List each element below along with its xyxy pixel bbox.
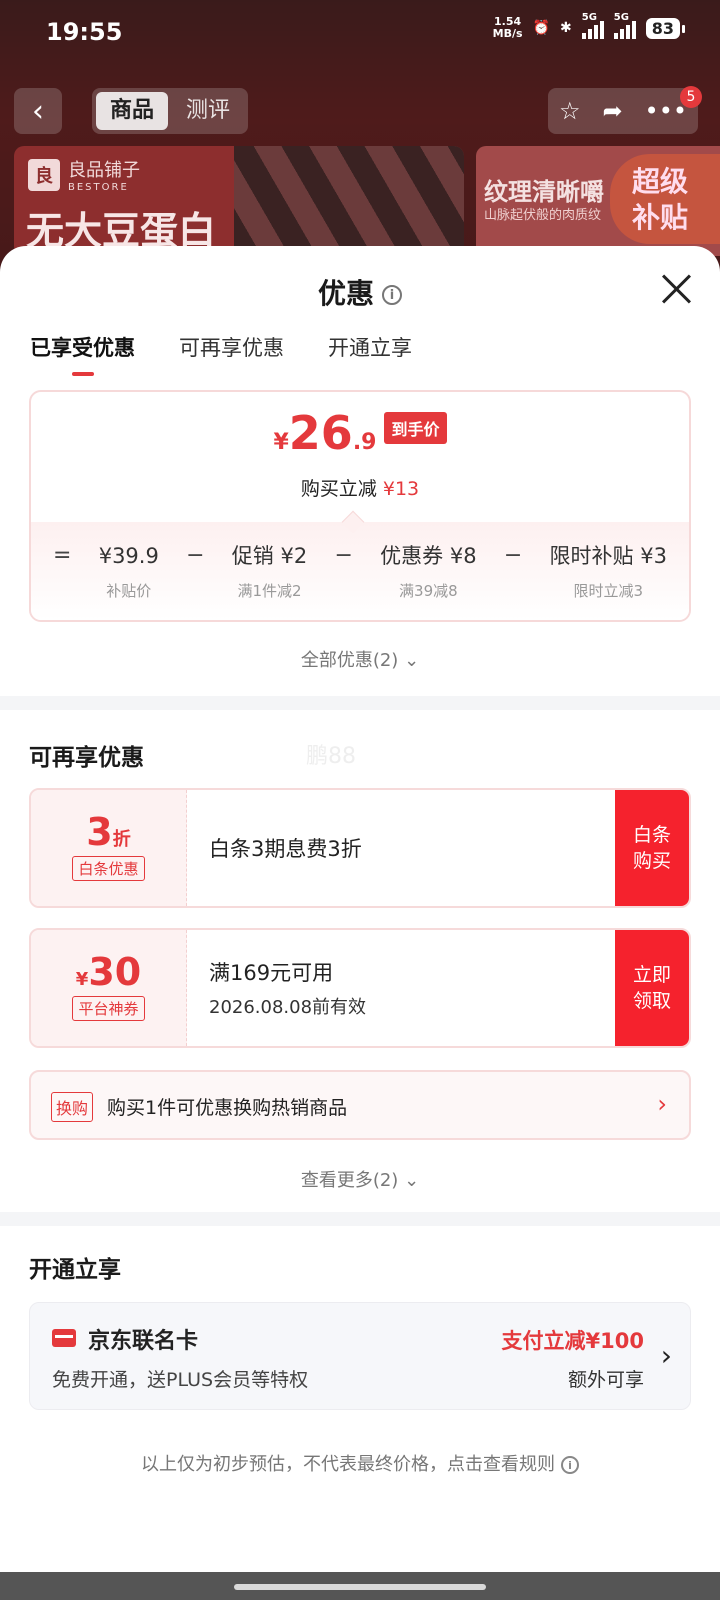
final-price-card: ¥26.9到手价 购买立减 ¥13 = ¥39.9 补贴价 − 促销 ¥2 满1件…	[29, 390, 691, 622]
status-bar: 19:55 1.54 MB/s ⏰ ✱ 5G 5G 83	[0, 0, 720, 66]
chevron-down-icon: ⌄	[404, 1170, 420, 1191]
product-tab-switcher: 商品 测评	[92, 88, 249, 134]
coupon-value: 3折 白条优惠	[31, 790, 187, 906]
section-title-open: 开通立享	[29, 1257, 121, 1283]
brand-logo: 良 良品铺子 BESTORE	[28, 156, 140, 193]
chevron-down-icon: ⌄	[404, 650, 420, 671]
swap-purchase-row[interactable]: 换购 购买1件可优惠换购热销商品 ›	[29, 1070, 691, 1140]
product-top-bar: ‹ 商品 测评 ☆ ➦ ••• 5	[14, 86, 706, 134]
coupon-label: 白条优惠	[72, 856, 145, 881]
favorite-star-icon[interactable]: ☆	[559, 97, 581, 125]
super-subsidy-badge: 超级 补贴	[610, 154, 720, 244]
all-promotions-toggle[interactable]: 全部优惠(2) ⌄	[0, 646, 720, 672]
coupon-label: 平台神券	[72, 996, 145, 1021]
card-promo: 支付立减¥100	[501, 1329, 644, 1353]
tab-enjoyed[interactable]: 已享受优惠	[30, 332, 135, 376]
battery-indicator: 83	[645, 17, 686, 39]
close-icon[interactable]	[660, 272, 692, 304]
section-divider	[0, 696, 720, 710]
section-title-more: 可再享优惠	[29, 745, 144, 771]
back-arrow-icon[interactable]: ‹	[14, 88, 62, 134]
home-gesture-bar[interactable]	[234, 1584, 486, 1590]
system-nav-bar	[0, 1572, 720, 1600]
coupon-description: 白条3期息费3折	[209, 837, 362, 861]
network-speed: 1.54 MB/s	[492, 15, 523, 40]
chevron-right-icon: ›	[660, 1339, 672, 1372]
formula-item: 限时补贴 ¥3 限时立减3	[549, 544, 667, 600]
product-actions: ☆ ➦ ••• 5	[548, 86, 702, 134]
coupon-description: 满169元可用 2026.08.08前有效	[209, 961, 367, 1018]
promotion-sheet: 优惠 i 已享受优惠 可再享优惠 开通立享 ¥26.9到手价 购买立减 ¥13 = …	[0, 246, 720, 1600]
clock: 19:55	[46, 18, 123, 46]
credit-card-icon	[52, 1329, 76, 1347]
price-formula: = ¥39.9 补贴价 − 促销 ¥2 满1件减2 − 优惠券 ¥8 满39减8…	[53, 543, 667, 600]
rules-footnote[interactable]: 以上仅为初步预估，不代表最终价格，点击查看规则 i	[0, 1450, 720, 1476]
message-count-badge: 5	[680, 86, 702, 108]
info-icon[interactable]: i	[382, 285, 402, 305]
tab-product[interactable]: 商品	[96, 92, 169, 130]
baitiao-buy-button[interactable]: 白条 购买	[615, 790, 689, 906]
product-image	[234, 146, 464, 256]
info-icon: i	[561, 1456, 579, 1474]
signal-icon: 5G	[581, 12, 604, 39]
share-icon[interactable]: ➦	[602, 97, 622, 125]
coupon-card: 3折 白条优惠 白条3期息费3折 白条 购买	[29, 788, 691, 908]
tab-open-enjoy[interactable]: 开通立享	[328, 332, 412, 376]
jd-cobrand-card[interactable]: 京东联名卡 免费开通，送PLUS会员等特权 支付立减¥100 额外可享 ›	[29, 1302, 691, 1410]
formula-item: 优惠券 ¥8 满39减8	[380, 544, 477, 600]
swap-tag: 换购	[51, 1092, 94, 1122]
coupon-card: ¥30 平台神券 满169元可用 2026.08.08前有效 立即 领取	[29, 928, 691, 1048]
section-divider	[0, 1212, 720, 1226]
formula-item: ¥39.9 补贴价	[98, 544, 159, 600]
product-banner-secondary: 纹理清晰嚼 山脉起伏般的肉质纹 超级 补贴	[476, 146, 720, 256]
formula-item: 促销 ¥2 满1件减2	[231, 544, 308, 600]
purchase-reduction: 购买立减 ¥13	[300, 478, 420, 500]
signal-icon: 5G	[613, 12, 636, 39]
bluetooth-icon: ✱	[560, 20, 572, 36]
coupon-value: ¥30 平台神券	[31, 930, 187, 1046]
tab-more-available[interactable]: 可再享优惠	[179, 332, 284, 376]
final-price: ¥26.9到手价	[31, 406, 689, 460]
final-price-tag: 到手价	[384, 412, 447, 444]
product-banner: 良 良品铺子 BESTORE 无大豆蛋白	[14, 146, 464, 256]
tab-review[interactable]: 测评	[172, 92, 244, 130]
claim-coupon-button[interactable]: 立即 领取	[615, 930, 689, 1046]
chevron-right-icon: ›	[657, 1090, 667, 1118]
sheet-title: 优惠 i	[0, 272, 720, 312]
watermark: 鹏88	[306, 744, 356, 769]
see-more-toggle[interactable]: 查看更多(2) ⌄	[0, 1166, 720, 1192]
alarm-icon: ⏰	[532, 20, 550, 36]
promo-tabs: 已享受优惠 可再享优惠 开通立享	[30, 332, 412, 376]
